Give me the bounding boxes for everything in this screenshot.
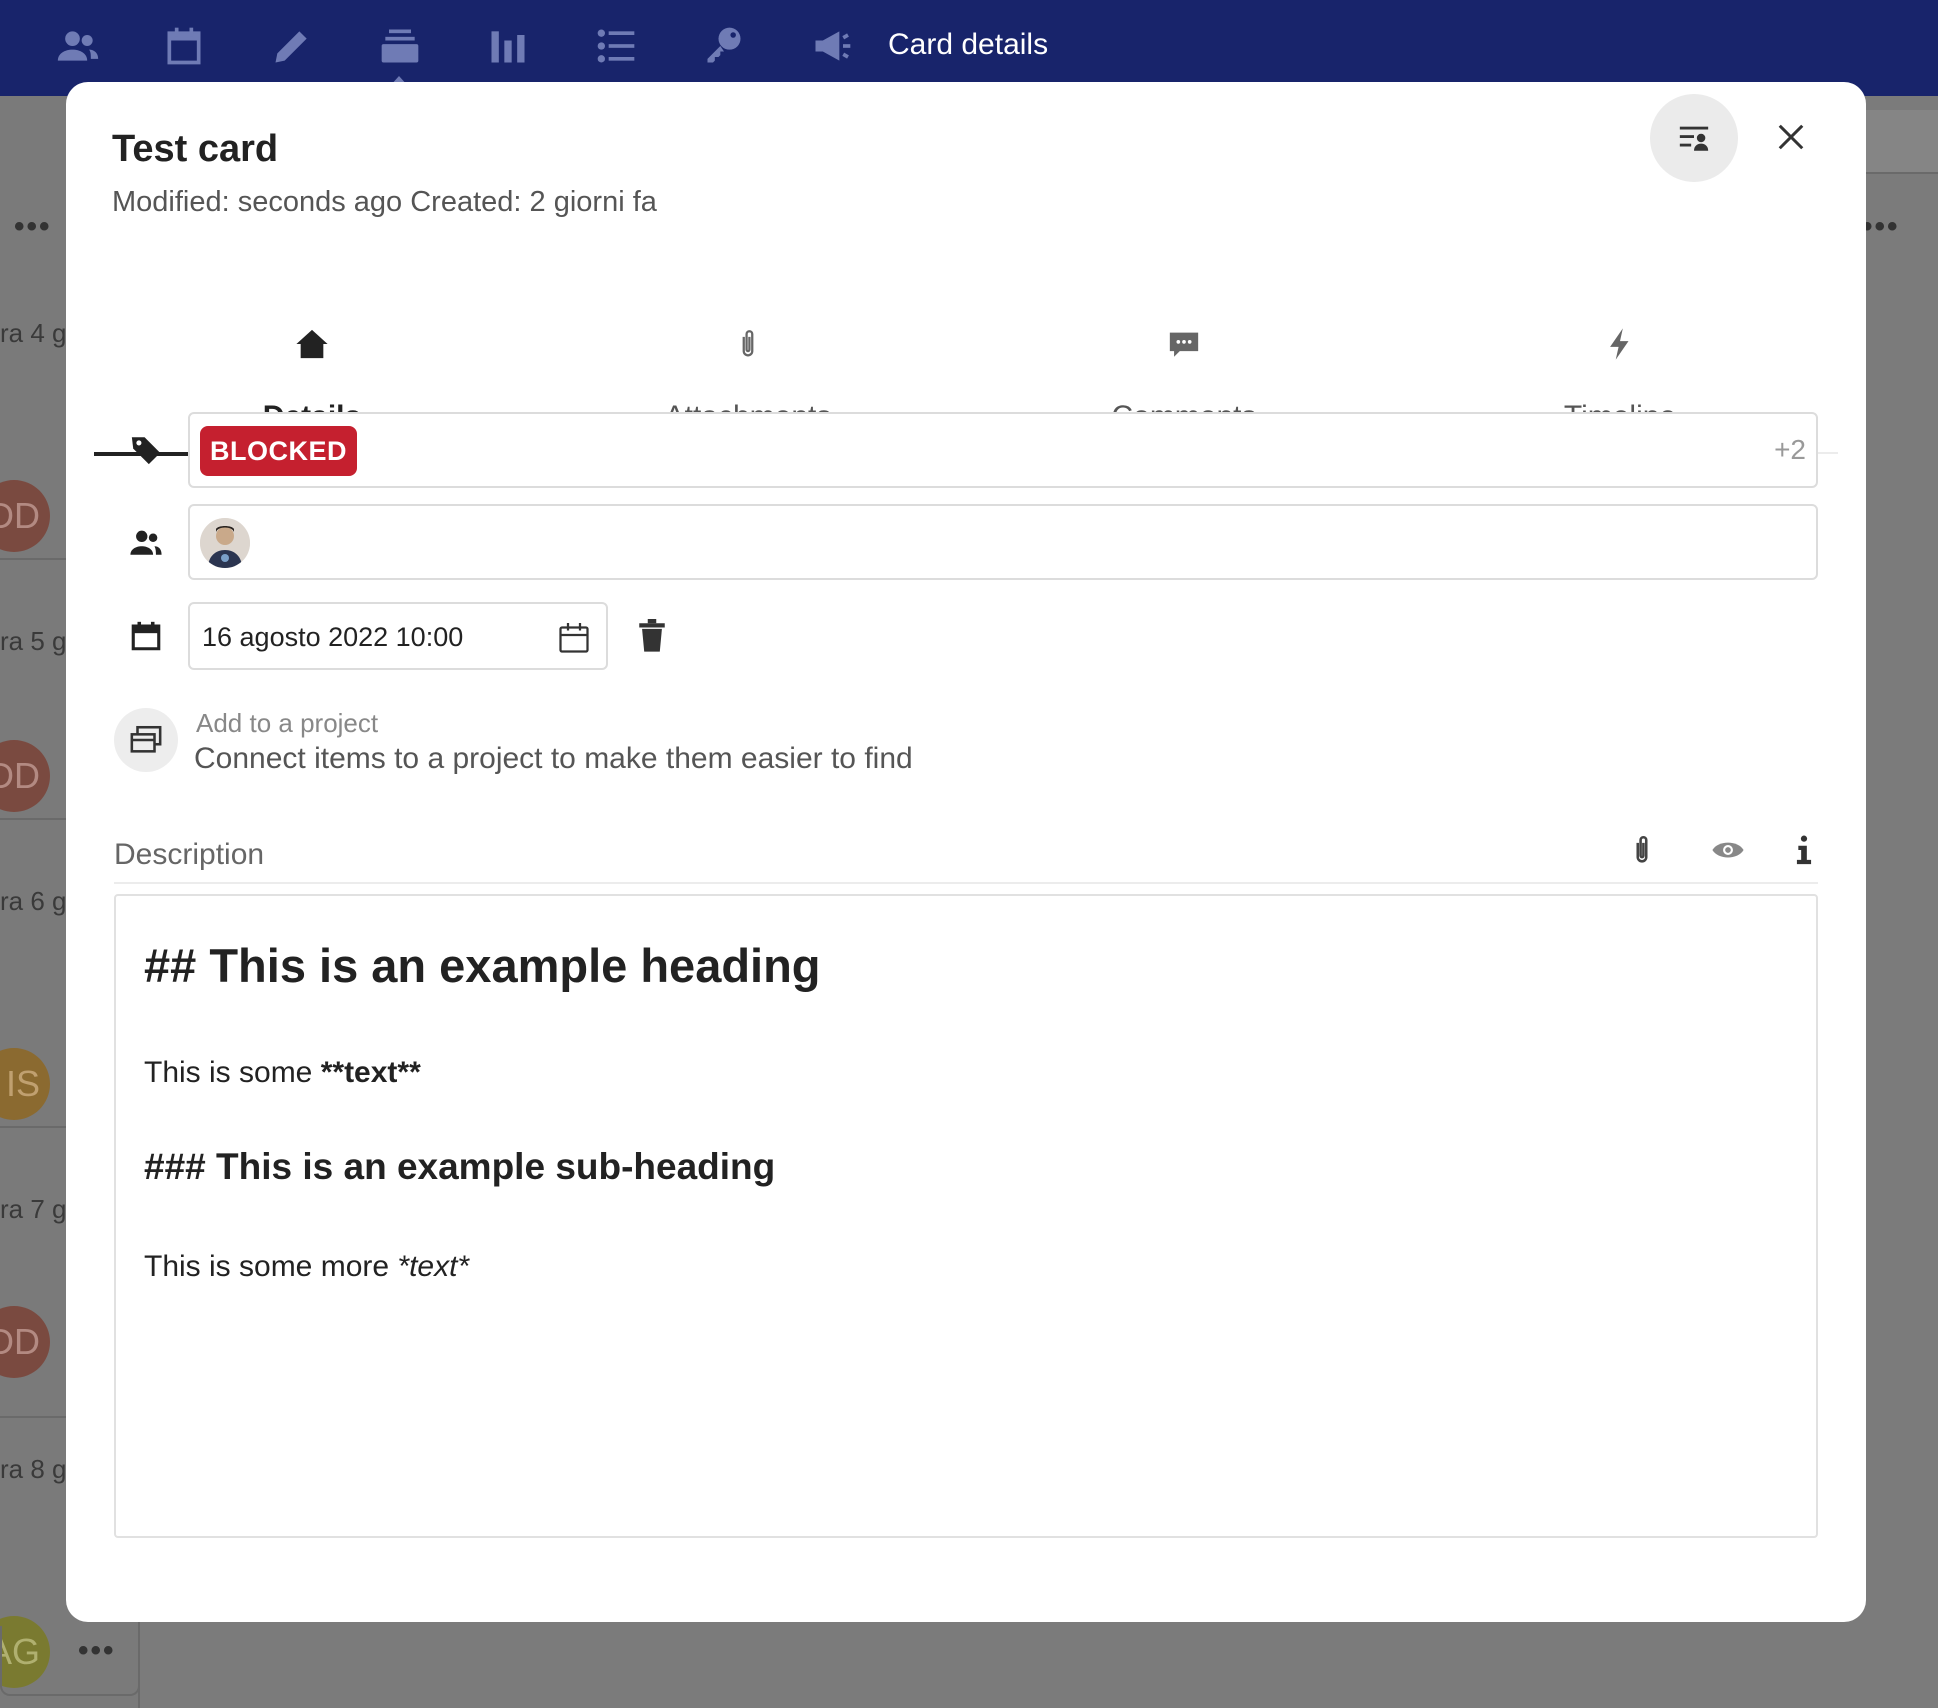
text-plain: This is some xyxy=(144,1056,321,1089)
markdown-subheading: ### This is an example sub-heading xyxy=(144,1146,776,1187)
bg-card-text: ra 6 g xyxy=(0,886,67,916)
close-icon xyxy=(1778,124,1804,150)
tag-blocked[interactable]: BLOCKED xyxy=(200,426,357,476)
topbar-title: Card details xyxy=(888,28,1049,61)
background-board-column-right xyxy=(1866,110,1938,174)
info-icon[interactable] xyxy=(1784,830,1824,870)
bg-card-text: ra 5 g xyxy=(0,626,67,656)
sidebar-toggle-icon xyxy=(1679,126,1709,151)
tag-icon xyxy=(126,430,166,470)
close-button[interactable] xyxy=(1766,112,1816,162)
bg-card-text: ra 4 g xyxy=(0,318,67,348)
markdown-paragraph: This is some **text** xyxy=(144,1056,421,1090)
assignees-icon xyxy=(126,522,166,562)
bg-divider xyxy=(0,818,66,820)
card-subtitle: Modified: seconds ago Created: 2 giorni … xyxy=(112,186,657,218)
description-divider xyxy=(114,882,1818,884)
bg-card-text: ra 8 g xyxy=(0,1454,67,1484)
sidebar-toggle-button[interactable] xyxy=(1650,94,1738,182)
due-date-value: 16 agosto 2022 10:00 xyxy=(202,622,464,652)
pencil-icon[interactable] xyxy=(268,22,316,70)
tags-more-count[interactable]: +2 xyxy=(1774,434,1806,466)
megaphone-icon[interactable] xyxy=(808,22,856,70)
home-icon xyxy=(295,327,329,361)
key-icon[interactable] xyxy=(700,22,748,70)
bg-card-text: ra 7 g xyxy=(0,1194,67,1224)
bg-card xyxy=(0,1626,140,1696)
add-to-project-hint: Connect items to a project to make them … xyxy=(194,742,913,775)
text-bold: **text** xyxy=(320,1056,421,1089)
column-menu-icon-right: ••• xyxy=(1862,210,1900,243)
trash-icon xyxy=(639,619,665,652)
assignees-select[interactable] xyxy=(188,504,1818,580)
description-editor[interactable]: ## This is an example heading This is so… xyxy=(114,894,1818,1538)
text-plain: This is some more xyxy=(144,1250,398,1283)
chart-icon[interactable] xyxy=(484,22,532,70)
tags-select[interactable]: BLOCKED +2 xyxy=(188,412,1818,488)
card-details-modal: Test card Modified: seconds ago Created:… xyxy=(66,82,1866,1622)
bg-divider xyxy=(0,1416,66,1418)
due-date-icon xyxy=(126,616,166,656)
list-icon[interactable] xyxy=(592,22,640,70)
card-title[interactable]: Test card xyxy=(112,128,278,171)
text-italic: *text* xyxy=(397,1250,470,1283)
remove-due-date-button[interactable] xyxy=(632,616,672,656)
markdown-paragraph: This is some more *text* xyxy=(144,1250,469,1284)
attach-file-icon[interactable] xyxy=(1622,830,1662,870)
contacts-icon[interactable] xyxy=(54,22,102,70)
paperclip-icon xyxy=(731,327,765,361)
bg-divider xyxy=(0,1126,66,1128)
markdown-heading: ## This is an example heading xyxy=(144,939,821,992)
bg-divider xyxy=(0,558,66,560)
calendar-icon[interactable] xyxy=(160,22,208,70)
calendar-picker-icon[interactable] xyxy=(556,620,592,656)
user-avatar[interactable] xyxy=(200,518,250,568)
column-menu-icon: ••• xyxy=(14,210,52,243)
add-to-project-link[interactable]: Add to a project xyxy=(196,708,378,739)
project-icon[interactable] xyxy=(114,708,178,772)
comment-icon xyxy=(1167,327,1201,361)
lightning-icon xyxy=(1603,327,1637,361)
preview-eye-icon[interactable] xyxy=(1708,830,1748,870)
description-label: Description xyxy=(114,838,265,871)
deck-icon[interactable] xyxy=(376,22,424,70)
due-date-input[interactable]: 16 agosto 2022 10:00 xyxy=(188,602,608,670)
